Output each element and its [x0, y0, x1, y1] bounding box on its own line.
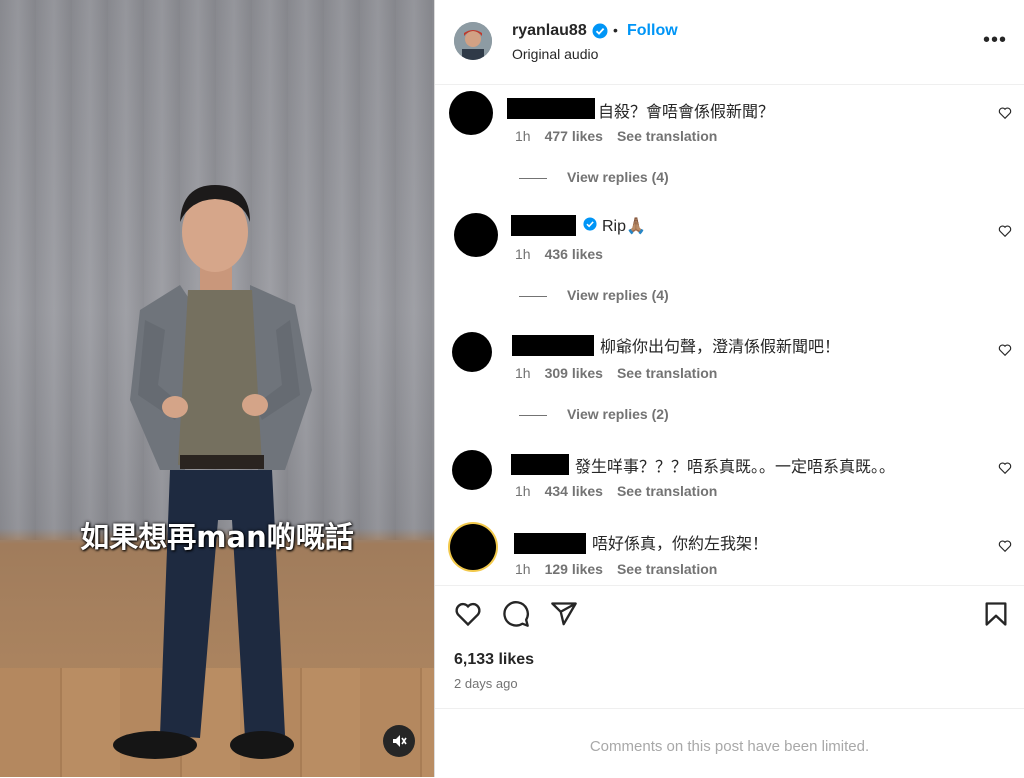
- author-avatar[interactable]: [454, 22, 492, 60]
- verified-badge-icon: [583, 217, 597, 231]
- comment-time: 1h: [515, 483, 531, 499]
- commenter-name-redacted[interactable]: [511, 215, 576, 236]
- commenter-avatar[interactable]: [449, 91, 493, 135]
- author-username-link[interactable]: ryanlau88: [512, 22, 587, 40]
- view-replies-label: View replies (2): [567, 406, 669, 422]
- share-icon[interactable]: [550, 600, 578, 628]
- comment-meta: 1h 434 likes See translation: [515, 483, 731, 499]
- heart-icon[interactable]: [998, 224, 1012, 238]
- see-translation-link[interactable]: See translation: [617, 483, 717, 499]
- comment-time: 1h: [515, 128, 531, 144]
- heart-icon[interactable]: [998, 539, 1012, 553]
- comment-text: 唔好係真，你約左我架！: [592, 536, 769, 553]
- post-header: ryanlau88 • Follow Original audio •••: [435, 0, 1024, 85]
- comment-likes[interactable]: 477 likes: [545, 128, 603, 144]
- comments-limited-notice: Comments on this post have been limited.: [589, 738, 870, 755]
- comment-time: 1h: [515, 246, 531, 262]
- header-separator: •: [613, 22, 618, 38]
- post-likes-count[interactable]: 6,133 likes: [454, 651, 534, 669]
- comment-time: 1h: [515, 365, 531, 381]
- comment-likes[interactable]: 434 likes: [545, 483, 603, 499]
- view-replies-label: View replies (4): [567, 169, 669, 185]
- comment-icon[interactable]: [502, 600, 530, 628]
- verified-badge-icon: [592, 23, 608, 39]
- heart-icon[interactable]: [998, 106, 1012, 120]
- comment-meta: 1h 129 likes See translation: [515, 561, 731, 577]
- presenter-figure: [113, 185, 312, 759]
- comment-text: Rip🙏🏽: [602, 218, 646, 235]
- commenter-avatar[interactable]: [454, 213, 498, 257]
- comment-text: 柳爺你出句聲，澄清係假新聞吧！: [600, 339, 841, 356]
- more-options-button[interactable]: •••: [983, 30, 1007, 50]
- heart-icon[interactable]: [454, 600, 482, 628]
- see-translation-link[interactable]: See translation: [617, 128, 717, 144]
- commenter-name-redacted[interactable]: [507, 98, 595, 119]
- bookmark-icon[interactable]: [982, 600, 1010, 628]
- commenter-name-redacted[interactable]: [511, 454, 569, 475]
- comment-text: 發生咩事？？？唔系真既。。一定唔系真既。。: [575, 459, 896, 476]
- video-player[interactable]: 如果想再man啲嘅話: [0, 0, 434, 777]
- commenter-avatar[interactable]: [452, 450, 492, 490]
- view-replies-label: View replies (4): [567, 287, 669, 303]
- view-replies-button[interactable]: View replies (4): [519, 169, 669, 185]
- comment-likes[interactable]: 129 likes: [545, 561, 603, 577]
- speaker-muted-icon: [393, 735, 407, 747]
- instagram-post: 如果想再man啲嘅話 ryanlau88 • Follow Original a…: [0, 0, 1024, 777]
- commenter-avatar[interactable]: [450, 524, 496, 570]
- commenter-name-redacted[interactable]: [512, 335, 594, 356]
- heart-icon[interactable]: [998, 461, 1012, 475]
- actions-divider: [435, 585, 1024, 587]
- post-timestamp[interactable]: 2 days ago: [454, 676, 518, 691]
- commenter-avatar[interactable]: [452, 332, 492, 372]
- heart-icon[interactable]: [998, 343, 1012, 357]
- see-translation-link[interactable]: See translation: [617, 365, 717, 381]
- comment-likes[interactable]: 436 likes: [545, 246, 603, 262]
- comment-time: 1h: [515, 561, 531, 577]
- commenter-name-redacted[interactable]: [514, 533, 586, 554]
- comment-meta: 1h 436 likes: [515, 246, 617, 262]
- mute-toggle-button[interactable]: [383, 725, 415, 757]
- comment-meta: 1h 309 likes See translation: [515, 365, 731, 381]
- comment-likes[interactable]: 309 likes: [545, 365, 603, 381]
- comment-meta: 1h 477 likes See translation: [515, 128, 731, 144]
- video-subtitle: 如果想再man啲嘅話: [80, 520, 354, 554]
- audio-link[interactable]: Original audio: [512, 46, 598, 62]
- comment-text: 自殺？會唔會係假新聞？: [598, 104, 775, 121]
- see-translation-link[interactable]: See translation: [617, 561, 717, 577]
- comments-list[interactable]: 自殺？會唔會係假新聞？ 1h 477 likes See translation V…: [435, 85, 1024, 585]
- post-side-panel: ryanlau88 • Follow Original audio ••• 自殺…: [434, 0, 1024, 777]
- view-replies-button[interactable]: View replies (4): [519, 287, 669, 303]
- view-replies-button[interactable]: View replies (2): [519, 406, 669, 422]
- follow-button[interactable]: Follow: [627, 22, 678, 40]
